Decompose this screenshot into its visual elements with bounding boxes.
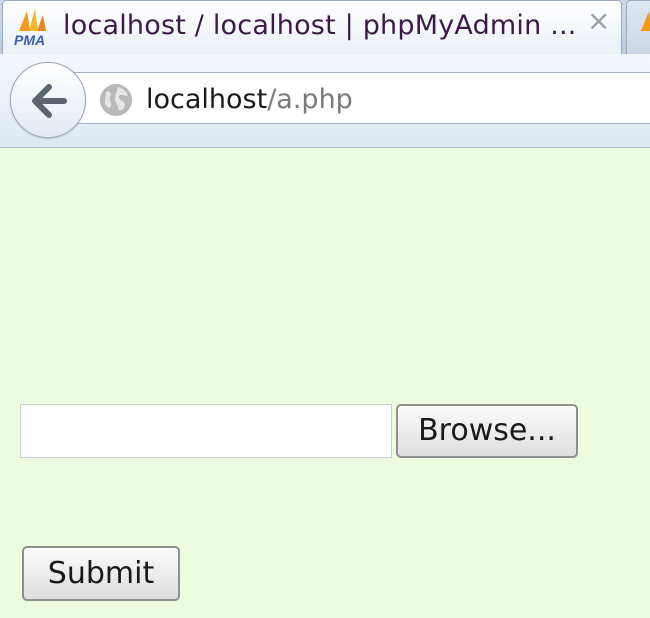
globe-icon — [100, 84, 132, 116]
back-button[interactable] — [10, 62, 86, 138]
url-path: /a.php — [267, 84, 353, 115]
tab-title: localhost / localhost | phpMyAdmin ... — [63, 10, 577, 41]
file-path-field[interactable] — [20, 404, 392, 458]
phpmyadmin-logo-icon — [641, 11, 650, 31]
submit-button[interactable]: Submit — [22, 546, 180, 601]
tab-secondary[interactable] — [626, 0, 650, 54]
favicon-text: PMA — [14, 32, 45, 47]
tab-strip: PMA localhost / localhost | phpMyAdmin .… — [0, 0, 650, 54]
back-arrow-icon — [32, 84, 67, 118]
browse-button[interactable]: Browse... — [396, 404, 578, 458]
navigation-bar: localhost/a.php — [0, 54, 650, 148]
close-icon[interactable]: × — [587, 7, 610, 35]
url-text[interactable]: localhost/a.php — [146, 84, 353, 115]
tab-active[interactable]: PMA localhost / localhost | phpMyAdmin .… — [2, 0, 622, 54]
url-host: localhost — [146, 84, 268, 115]
phpmyadmin-logo-icon: PMA — [14, 9, 46, 47]
